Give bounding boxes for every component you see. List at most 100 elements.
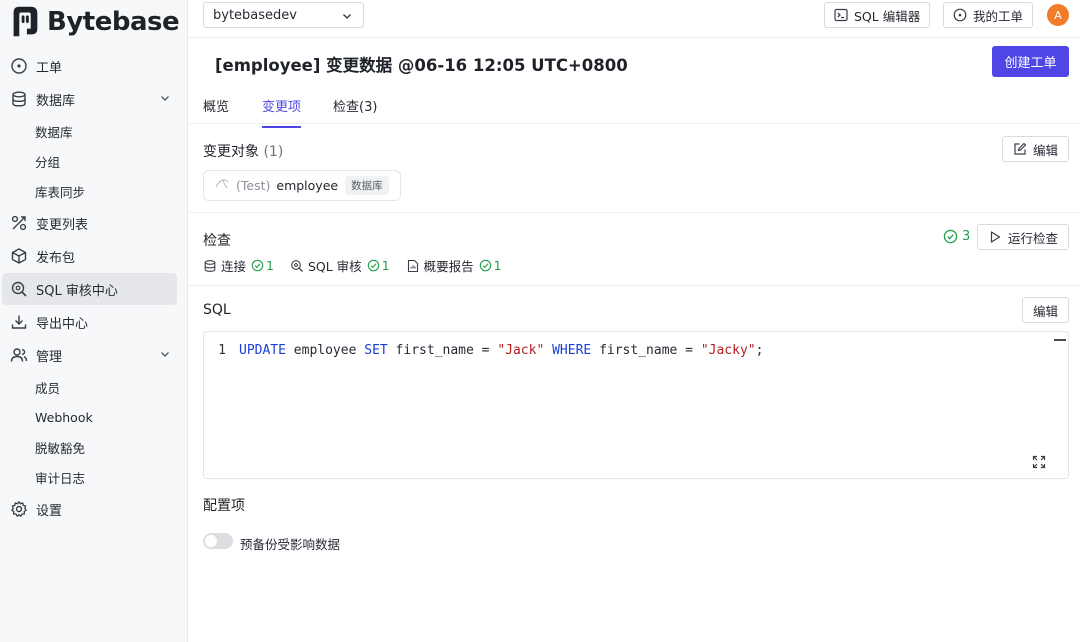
check-sql-review-label: SQL 审核 — [307, 259, 362, 274]
user-avatar[interactable]: A — [1047, 4, 1069, 26]
edit-targets-label: 编辑 — [1032, 142, 1058, 158]
check-connection[interactable]: 连接 1 — [203, 256, 274, 275]
options-heading: 配置项 — [203, 498, 245, 514]
sql-code: UPDATE employee SET first_name = "Jack" … — [239, 343, 763, 358]
edit-sql-button[interactable]: 编辑 — [1021, 297, 1069, 323]
sql-token-plain: first_name = — [591, 343, 701, 358]
tab-overview[interactable]: 概览 — [203, 96, 229, 126]
sidebar-item-label: 工单 — [36, 60, 63, 76]
checks-success-count: 3 — [962, 229, 971, 244]
check-results: 连接 1 SQL 审核 1 概要报告 1 — [203, 256, 518, 275]
target-database-chip[interactable]: (Test) employee 数据库 — [203, 170, 401, 201]
sidebar-item-databases[interactable]: 数据库 — [2, 83, 177, 115]
sidebar-item-label: 变更列表 — [36, 217, 89, 233]
database-type-tag: 数据库 — [345, 176, 389, 195]
sidebar-item-label: 发布包 — [36, 250, 76, 266]
check-connection-count: 1 — [266, 258, 274, 273]
database-environment: (Test) — [236, 178, 271, 193]
brand-logo[interactable]: Bytebase — [0, 0, 187, 44]
my-issues-button[interactable]: 我的工单 — [943, 2, 1034, 28]
check-summary-report[interactable]: 概要报告 1 — [406, 256, 502, 275]
download-icon — [10, 313, 28, 331]
sidebar: Bytebase 工单 数据库 数据库 分组 库表同步 变更列表 发布包 SQL… — [0, 0, 188, 642]
sidebar-item-admin[interactable]: 管理 — [2, 339, 177, 371]
edit-targets-button[interactable]: 编辑 — [1001, 136, 1069, 162]
check-circle-icon — [251, 259, 264, 272]
check-circle-icon — [479, 259, 491, 272]
sidebar-subitem-groups[interactable]: 分组 — [0, 146, 187, 176]
divider — [188, 212, 1080, 213]
sql-token-plain: first_name = — [387, 343, 498, 358]
sql-editor-button[interactable]: SQL 编辑器 — [824, 2, 931, 28]
chevron-down-icon — [343, 14, 351, 19]
sql-editor-label: SQL 编辑器 — [854, 8, 921, 24]
editor-scrollbar[interactable] — [1054, 339, 1066, 341]
backup-toggle[interactable] — [203, 533, 233, 549]
sidebar-item-sql-review[interactable]: SQL 审核中心 — [2, 273, 177, 305]
sql-editor[interactable]: 1 UPDATE employee SET first_name = "Jack… — [203, 331, 1069, 479]
sql-token-plain: ; — [755, 343, 764, 358]
database-name: employee — [276, 178, 339, 193]
sidebar-subitem-webhook[interactable]: Webhook — [0, 402, 187, 432]
sidebar-subitem-databases[interactable]: 数据库 — [0, 116, 187, 146]
sql-token-plain: employee — [285, 343, 365, 358]
package-icon — [10, 247, 28, 265]
expand-icon[interactable] — [1032, 455, 1046, 469]
check-summary-report-status: 1 — [479, 258, 502, 273]
sidebar-item-export-center[interactable]: 导出中心 — [2, 306, 177, 338]
sql-token-str: "Jacky" — [700, 343, 756, 358]
check-sql-review-status: 1 — [367, 258, 390, 273]
sidebar-subitem-sync[interactable]: 库表同步 — [0, 176, 187, 206]
circle-dot-icon — [953, 8, 967, 22]
tab-changes[interactable]: 变更项 — [262, 96, 302, 128]
my-issues-label: 我的工单 — [973, 8, 1024, 24]
sidebar-item-changelists[interactable]: 变更列表 — [2, 207, 177, 239]
sidebar-item-label: 导出中心 — [36, 316, 89, 332]
sidebar-item-issues[interactable]: 工单 — [2, 50, 177, 82]
check-connection-status: 1 — [251, 258, 274, 273]
report-icon — [406, 259, 420, 273]
sql-token-kw: WHERE — [552, 343, 592, 358]
changes-icon — [10, 214, 28, 232]
run-checks-button[interactable]: 运行检查 — [976, 224, 1069, 250]
toggle-knob — [205, 535, 217, 547]
project-select-value: bytebasedev — [213, 7, 297, 23]
tab-checks[interactable]: 检查(3) — [333, 96, 377, 126]
page-title[interactable]: [employee] 变更数据 @06-16 12:05 UTC+0800 — [215, 52, 628, 76]
sidebar-item-label: 管理 — [36, 349, 63, 365]
gear-icon — [10, 500, 28, 518]
sidebar-subitem-audit-log[interactable]: 审计日志 — [0, 462, 187, 492]
tab-bar: 概览 变更项 检查(3) — [188, 88, 1080, 128]
sql-token-plain — [544, 343, 552, 358]
check-sql-review[interactable]: SQL 审核 1 — [290, 256, 390, 275]
database-icon — [203, 259, 217, 273]
sidebar-subitem-members[interactable]: 成员 — [0, 372, 187, 402]
backup-toggle-label: 预备份受影响数据 — [240, 537, 341, 552]
targets-count: (1) — [263, 144, 284, 160]
run-checks-label: 运行检查 — [1007, 230, 1058, 246]
search-review-icon — [290, 259, 304, 273]
sql-token-kw: SET — [364, 343, 388, 358]
targets-label: 变更对象 — [203, 144, 259, 160]
search-review-icon — [10, 280, 28, 298]
sql-line: 1 UPDATE employee SET first_name = "Jack… — [204, 343, 763, 358]
chevron-down-icon — [161, 96, 169, 101]
check-connection-label: 连接 — [221, 259, 247, 274]
check-summary-report-count: 1 — [493, 258, 502, 273]
sql-heading: SQL — [203, 302, 231, 318]
check-circle-icon — [943, 229, 958, 244]
sidebar-item-label: SQL 审核中心 — [36, 283, 118, 299]
create-issue-button[interactable]: 创建工单 — [992, 46, 1069, 77]
project-select[interactable]: bytebasedev — [203, 2, 364, 28]
sidebar-item-label: 数据库 — [36, 93, 76, 109]
database-icon — [10, 90, 28, 108]
chevron-down-icon — [161, 352, 169, 357]
sidebar-subitem-masking-exemption[interactable]: 脱敏豁免 — [0, 432, 187, 462]
sidebar-item-releases[interactable]: 发布包 — [2, 240, 177, 272]
checks-success-summary[interactable]: 3 — [943, 229, 970, 244]
sidebar-item-settings[interactable]: 设置 — [2, 493, 177, 525]
line-number: 1 — [218, 343, 226, 358]
mysql-icon — [214, 176, 230, 195]
bytebase-logo-icon — [13, 6, 38, 37]
top-bar: bytebasedev SQL 编辑器 我的工单 A — [188, 0, 1080, 38]
